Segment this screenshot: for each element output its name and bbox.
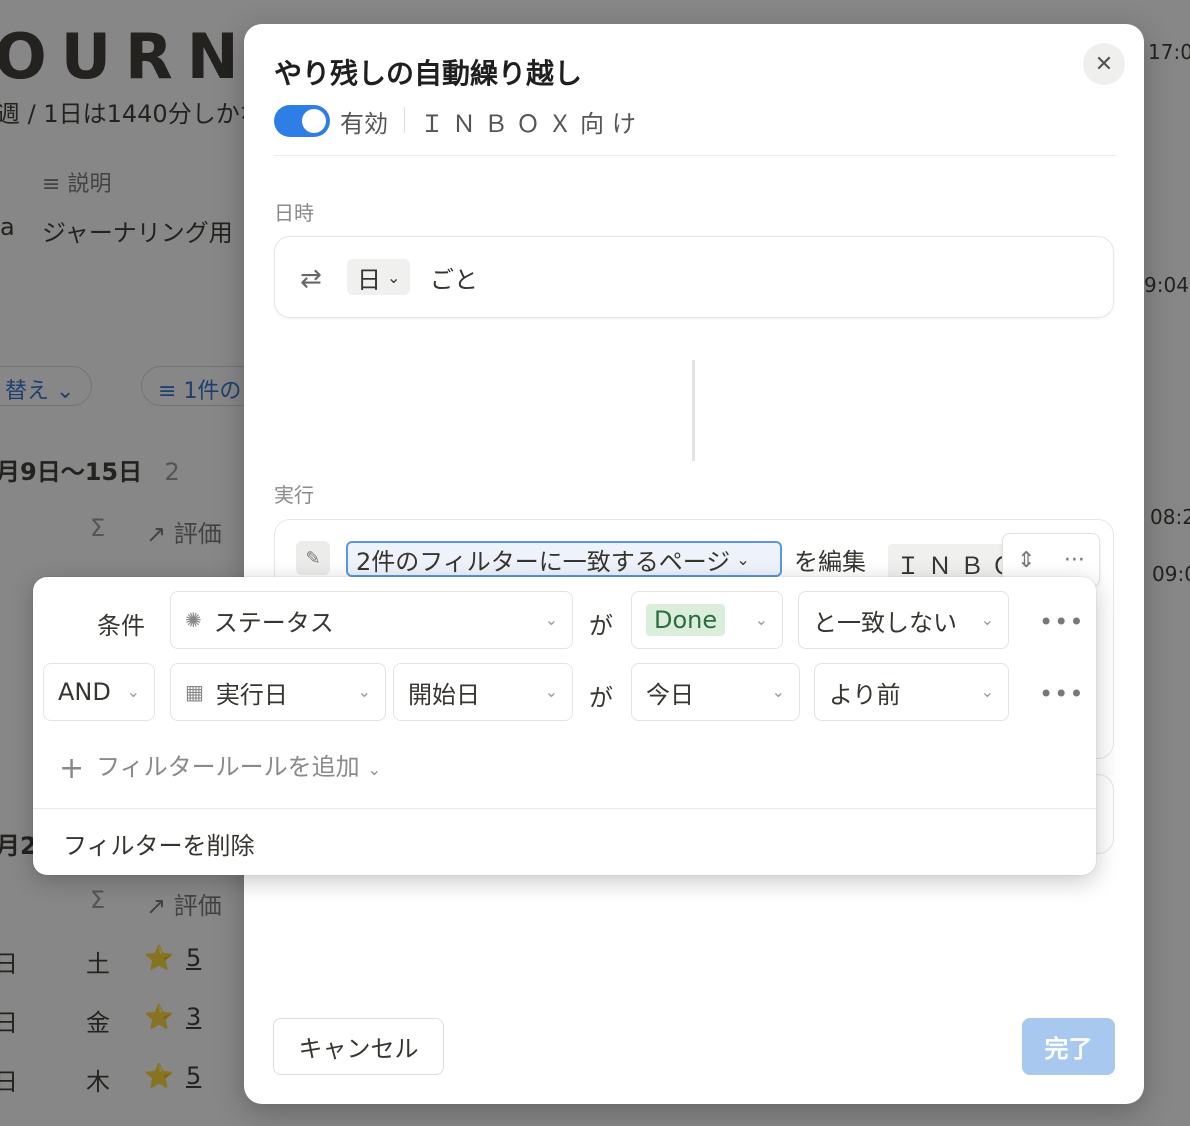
property-select[interactable]: ▦ 実行日 ⌄ <box>170 663 386 721</box>
chevron-down-icon: ⌄ <box>736 549 750 569</box>
chevron-down-icon: ⌄ <box>980 682 994 701</box>
filter-popup: 条件 ✺ ステータス ⌄ が Done ⌄ と一致しない ⌄ ••• AND ⌄ ▦ 実行日… <box>33 577 1096 875</box>
edit-suffix: を編集 <box>794 548 866 576</box>
divider <box>33 808 1096 809</box>
target-label: ＩＮＢＯＸ向け <box>420 110 644 138</box>
more-icon[interactable]: ••• <box>1039 608 1084 636</box>
joiner-label: が <box>589 684 613 712</box>
edit-icon: ✎ <box>296 541 330 575</box>
joiner-label: が <box>589 612 613 640</box>
filter-select[interactable]: 2件のフィルターに一致するページ ⌄ <box>346 541 782 577</box>
repeat-icon: ⇄ <box>300 264 322 294</box>
done-button[interactable]: 完了 <box>1022 1018 1115 1075</box>
close-button[interactable]: ✕ <box>1083 43 1125 85</box>
calendar-icon: ▦ <box>185 680 204 704</box>
automation-modal: ✕ やり残しの自動繰り越し 有効 ＩＮＢＯＸ向け 日時 ⇄ 日 ⌄ ごと 実行 ✎… <box>244 24 1144 1104</box>
chevron-down-icon: ⌄ <box>771 682 785 701</box>
operator-select[interactable]: と一致しない ⌄ <box>798 591 1009 649</box>
action-label: 実行 <box>274 483 314 507</box>
chevron-down-icon: ⌄ <box>357 682 371 701</box>
chevron-down-icon: ⌄ <box>980 610 994 629</box>
chevron-down-icon: ⌄ <box>544 682 558 701</box>
value-select[interactable]: 今日 ⌄ <box>631 663 800 721</box>
value-select[interactable]: Done ⌄ <box>631 591 783 649</box>
divider <box>404 107 405 133</box>
chevron-down-icon: ⌄ <box>387 267 401 287</box>
logic-select[interactable]: AND ⌄ <box>43 663 155 721</box>
chevron-down-icon: ⌄ <box>367 760 382 779</box>
delete-filter-button[interactable]: フィルターを削除 <box>63 826 255 861</box>
divider <box>274 155 1116 156</box>
connector-line <box>692 360 695 461</box>
more-icon[interactable]: ··· <box>1064 548 1085 573</box>
more-icon[interactable]: ••• <box>1039 680 1084 708</box>
close-icon: ✕ <box>1094 51 1114 77</box>
status-label: 有効 <box>340 110 388 138</box>
operator-select[interactable]: より前 ⌄ <box>814 663 1009 721</box>
chevron-down-icon: ⌄ <box>126 682 140 701</box>
plus-icon: + <box>59 751 85 786</box>
collapse-icon[interactable]: ⇕ <box>1017 548 1035 573</box>
datetime-label: 日時 <box>274 201 314 225</box>
status-badge: Done <box>646 604 726 636</box>
date-part-select[interactable]: 開始日 ⌄ <box>393 663 573 721</box>
status-icon: ✺ <box>185 608 202 632</box>
chevron-down-icon: ⌄ <box>754 610 768 629</box>
repeat-suffix: ごと <box>430 266 478 294</box>
property-select[interactable]: ✺ ステータス ⌄ <box>170 591 573 649</box>
modal-title: やり残しの自動繰り越し <box>274 57 583 90</box>
chevron-down-icon: ⌄ <box>544 610 558 629</box>
add-filter-rule-button[interactable]: + フィルタールールを追加 ⌄ <box>59 747 381 786</box>
enabled-toggle[interactable] <box>274 105 330 137</box>
repeat-unit-select[interactable]: 日 ⌄ <box>347 259 411 295</box>
cancel-button[interactable]: キャンセル <box>273 1018 444 1075</box>
condition-label: 条件 <box>97 612 145 640</box>
